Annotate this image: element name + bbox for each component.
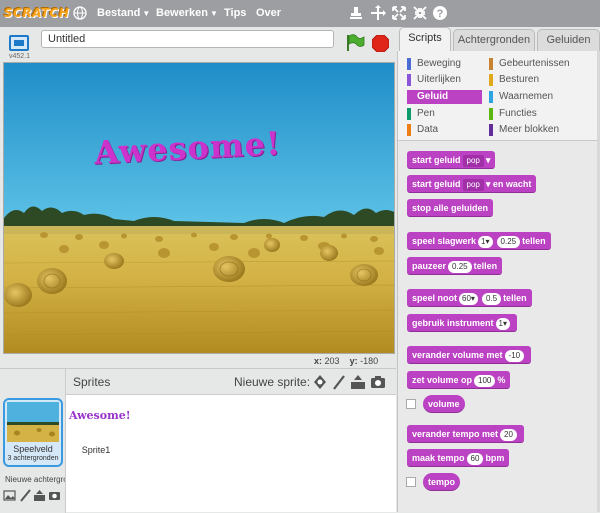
block-change-volume[interactable]: verander volume met -10 bbox=[407, 346, 532, 364]
category-pen[interactable]: Pen bbox=[407, 107, 435, 121]
category-control[interactable]: Besturen bbox=[489, 73, 539, 87]
block-set-instrument[interactable]: gebruik instrument 1▾ bbox=[407, 314, 517, 332]
menu-bar: SCRATCH Bestand ▼ Bewerken ▼ Tips Over ? bbox=[0, 0, 600, 27]
help-icon[interactable]: ? bbox=[432, 5, 448, 21]
category-sound[interactable]: Geluid bbox=[407, 90, 482, 104]
category-data[interactable]: Data bbox=[407, 123, 438, 137]
stamp-icon[interactable] bbox=[348, 5, 364, 21]
menu-tips[interactable]: Tips bbox=[224, 0, 246, 27]
block-set-tempo[interactable]: maak tempo 60 bpm bbox=[407, 449, 510, 467]
category-sensing[interactable]: Waarnemen bbox=[489, 90, 553, 104]
sprite-thumbnail-name: Sprite1 bbox=[81, 445, 111, 455]
block-play-drum[interactable]: speel slagwerk 1▾ 0.25 tellen bbox=[407, 232, 551, 250]
editor-tabs: Scripts Achtergronden Geluiden bbox=[397, 27, 600, 51]
sprite-thumbnail-image: Awesome! bbox=[69, 409, 131, 422]
scissors-icon[interactable] bbox=[370, 5, 386, 21]
block-start-sound[interactable]: start geluid pop ▾ bbox=[407, 151, 496, 169]
paint-backdrop-icon[interactable] bbox=[3, 489, 16, 502]
mouse-coordinates: x: 203 y: -180 bbox=[314, 356, 379, 366]
stage-backdrop-count: 3 achtergronden bbox=[7, 455, 59, 462]
block-change-tempo[interactable]: verander tempo met 20 bbox=[407, 425, 524, 443]
tab-sounds[interactable]: Geluiden bbox=[537, 29, 600, 51]
menu-bewerken[interactable]: Bewerken ▼ bbox=[156, 0, 218, 27]
stage-thumbnail[interactable]: Speelveld 3 achtergronden bbox=[3, 398, 63, 467]
camera-sprite-icon[interactable] bbox=[370, 374, 386, 390]
block-play-sound-until-done[interactable]: start geluid pop ▾ en wacht bbox=[407, 175, 537, 193]
sprites-header: Sprites Nieuwe sprite: bbox=[66, 369, 396, 395]
scratch-logo[interactable]: SCRATCH bbox=[4, 3, 69, 23]
tab-scripts[interactable]: Scripts bbox=[399, 27, 451, 51]
category-events[interactable]: Gebeurtenissen bbox=[489, 57, 570, 71]
menu-over[interactable]: Over bbox=[256, 0, 281, 27]
block-set-volume[interactable]: zet volume op 100% bbox=[407, 371, 511, 389]
category-more-blocks[interactable]: Meer blokken bbox=[489, 123, 559, 137]
brush-icon[interactable] bbox=[19, 489, 32, 502]
block-categories: Beweging Uiterlijken Geluid Pen Data Geb… bbox=[398, 51, 600, 141]
upload-sprite-icon[interactable] bbox=[350, 374, 366, 390]
volume-monitor-checkbox[interactable] bbox=[406, 399, 416, 409]
category-operators[interactable]: Functies bbox=[489, 107, 537, 121]
upload-icon[interactable] bbox=[33, 489, 46, 502]
globe-icon[interactable] bbox=[73, 6, 87, 20]
sprites-title: Sprites bbox=[73, 375, 111, 389]
new-sprite-label: Nieuwe sprite: bbox=[234, 375, 311, 389]
category-motion[interactable]: Beweging bbox=[407, 57, 461, 71]
block-rest[interactable]: pauzeer 0.25 tellen bbox=[407, 257, 503, 275]
reporter-tempo[interactable]: tempo bbox=[423, 473, 460, 491]
reporter-volume[interactable]: volume bbox=[423, 395, 465, 413]
x-coordinate: 203 bbox=[324, 356, 340, 366]
stage-column: Speelveld 3 achtergronden Nieuwe achterg… bbox=[0, 369, 66, 513]
tab-backdrops[interactable]: Achtergronden bbox=[453, 29, 535, 51]
stage-backdrop bbox=[4, 63, 394, 353]
stage-thumbnail-image bbox=[7, 402, 59, 442]
menu-bestand[interactable]: Bestand ▼ bbox=[97, 0, 150, 27]
version-label: v452.1 bbox=[9, 53, 31, 60]
stage[interactable]: Awesome! bbox=[3, 62, 395, 354]
svg-text:?: ? bbox=[437, 8, 444, 20]
paint-sprite-icon[interactable] bbox=[331, 374, 347, 390]
block-play-note[interactable]: speel noot 60▾ 0.5 tellen bbox=[407, 289, 532, 307]
stop-icon[interactable] bbox=[372, 35, 389, 52]
camera-icon[interactable] bbox=[48, 489, 61, 502]
tempo-monitor-checkbox[interactable] bbox=[406, 477, 416, 487]
small-stage-toggle[interactable] bbox=[9, 35, 29, 51]
category-looks[interactable]: Uiterlijken bbox=[407, 73, 461, 87]
stage-thumbnail-name: Speelveld bbox=[13, 444, 53, 454]
sprite-library-icon[interactable] bbox=[312, 374, 328, 390]
sprite-thumbnail[interactable]: Awesome! Sprite1 bbox=[66, 399, 131, 459]
project-title-input[interactable] bbox=[41, 30, 334, 48]
sprites-pane: Speelveld 3 achtergronden Nieuwe achterg… bbox=[0, 368, 396, 513]
new-backdrop-label: Nieuwe achtergrond: bbox=[5, 475, 65, 484]
y-coordinate: -180 bbox=[360, 356, 379, 366]
block-stop-all-sounds[interactable]: stop alle geluiden bbox=[407, 199, 494, 217]
grow-icon[interactable] bbox=[391, 5, 407, 21]
shrink-icon[interactable] bbox=[412, 5, 428, 21]
green-flag-icon[interactable] bbox=[345, 34, 365, 52]
block-palette: Beweging Uiterlijken Geluid Pen Data Geb… bbox=[397, 51, 600, 512]
